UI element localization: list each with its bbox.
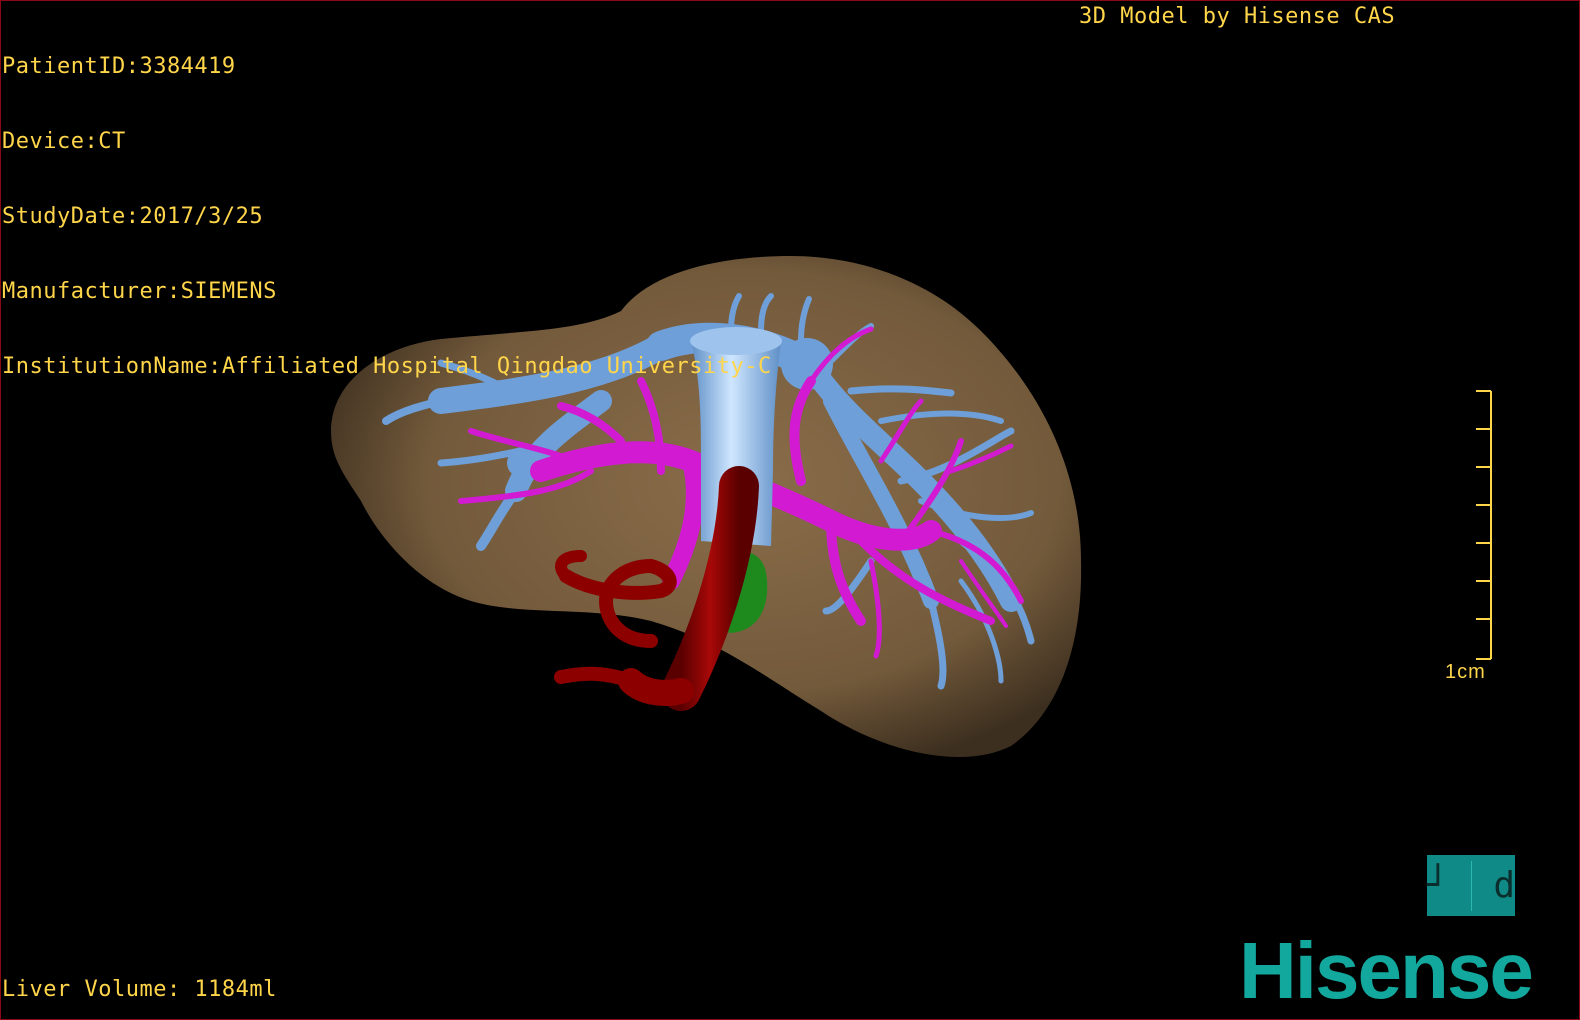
scale-label: 1cm [1445,661,1486,683]
device-label: Device:CT [2,129,126,154]
patient-id-label: PatientID:3384419 [2,54,236,79]
scale-ruler [1476,390,1492,660]
manufacturer-label: Manufacturer:SIEMENS [2,279,277,304]
institution-label: InstitutionName:Affiliated Hospital Qing… [2,354,772,379]
orientation-widget[interactable]: ┘ d [1427,855,1515,916]
orientation-left-glyph: ┘ [1427,864,1449,906]
model-credit-label: 3D Model by Hisense CAS [1079,4,1396,29]
hisense-logo: Hisense [1239,926,1534,1015]
orientation-divider [1470,860,1472,911]
dicom-info-block: PatientID:3384419 Device:CT StudyDate:20… [2,4,772,429]
3d-viewport[interactable]: PatientID:3384419 Device:CT StudyDate:20… [0,0,1580,1020]
liver-volume-label: Liver Volume: 1184ml [2,977,277,1002]
orientation-right-glyph: d [1493,864,1515,906]
study-date-label: StudyDate:2017/3/25 [2,204,264,229]
